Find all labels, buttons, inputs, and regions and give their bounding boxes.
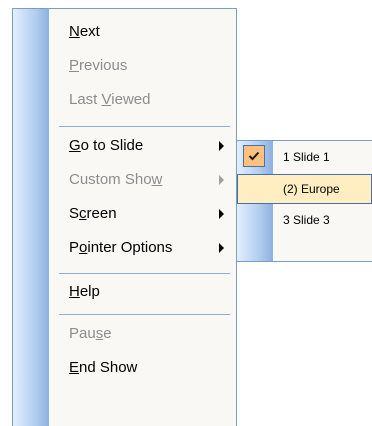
menu-item-help[interactable]: Help: [13, 275, 236, 309]
menu-item-custom-show[interactable]: Custom Show: [13, 163, 236, 197]
submenu-item-slide-1[interactable]: 1 Slide 1: [237, 142, 372, 172]
menu-separator: [59, 126, 230, 127]
slideshow-context-menu: Next Previous Last Viewed Go to Slide Cu…: [12, 8, 237, 426]
menu-item-custom-show-label: Custom Show: [69, 171, 163, 188]
checkmark-icon: [243, 145, 265, 167]
submenu-arrow-icon: [219, 243, 224, 253]
menu-item-end-show[interactable]: End Show: [13, 351, 236, 385]
submenu-arrow-icon: [219, 141, 224, 151]
menu-item-go-to-slide[interactable]: Go to Slide: [13, 129, 236, 163]
menu-separator: [59, 314, 230, 315]
submenu-item-label: 3 Slide 3: [283, 213, 330, 227]
go-to-slide-submenu: 1 Slide 1 (2) Europe 3 Slide 3: [236, 140, 372, 262]
menu-item-previous-label: Previous: [69, 57, 128, 74]
submenu-arrow-icon: [219, 175, 224, 185]
menu-item-go-to-slide-label: Go to Slide: [69, 137, 144, 154]
submenu-item-slide-3[interactable]: 3 Slide 3: [237, 205, 372, 235]
menu-item-screen[interactable]: Screen: [13, 197, 236, 231]
submenu-item-europe[interactable]: (2) Europe: [237, 174, 372, 204]
menu-item-next[interactable]: Next: [13, 15, 236, 49]
menu-item-end-show-label: End Show: [69, 359, 138, 376]
menu-item-screen-label: Screen: [69, 205, 117, 222]
submenu-item-label: 1 Slide 1: [283, 150, 330, 164]
menu-item-pause-label: Pause: [69, 325, 112, 342]
menu-item-last-viewed[interactable]: Last Viewed: [13, 83, 236, 117]
submenu-item-label: (2) Europe: [283, 182, 340, 196]
menu-item-previous[interactable]: Previous: [13, 49, 236, 83]
submenu-arrow-icon: [219, 209, 224, 219]
menu-item-next-label: Next: [69, 23, 100, 40]
menu-item-pointer-options-label: Pointer Options: [69, 239, 173, 256]
menu-item-pause[interactable]: Pause: [13, 317, 236, 351]
menu-item-help-label: Help: [69, 283, 100, 300]
menu-separator: [59, 273, 230, 274]
menu-item-pointer-options[interactable]: Pointer Options: [13, 231, 236, 265]
menu-item-last-viewed-label: Last Viewed: [69, 91, 151, 108]
